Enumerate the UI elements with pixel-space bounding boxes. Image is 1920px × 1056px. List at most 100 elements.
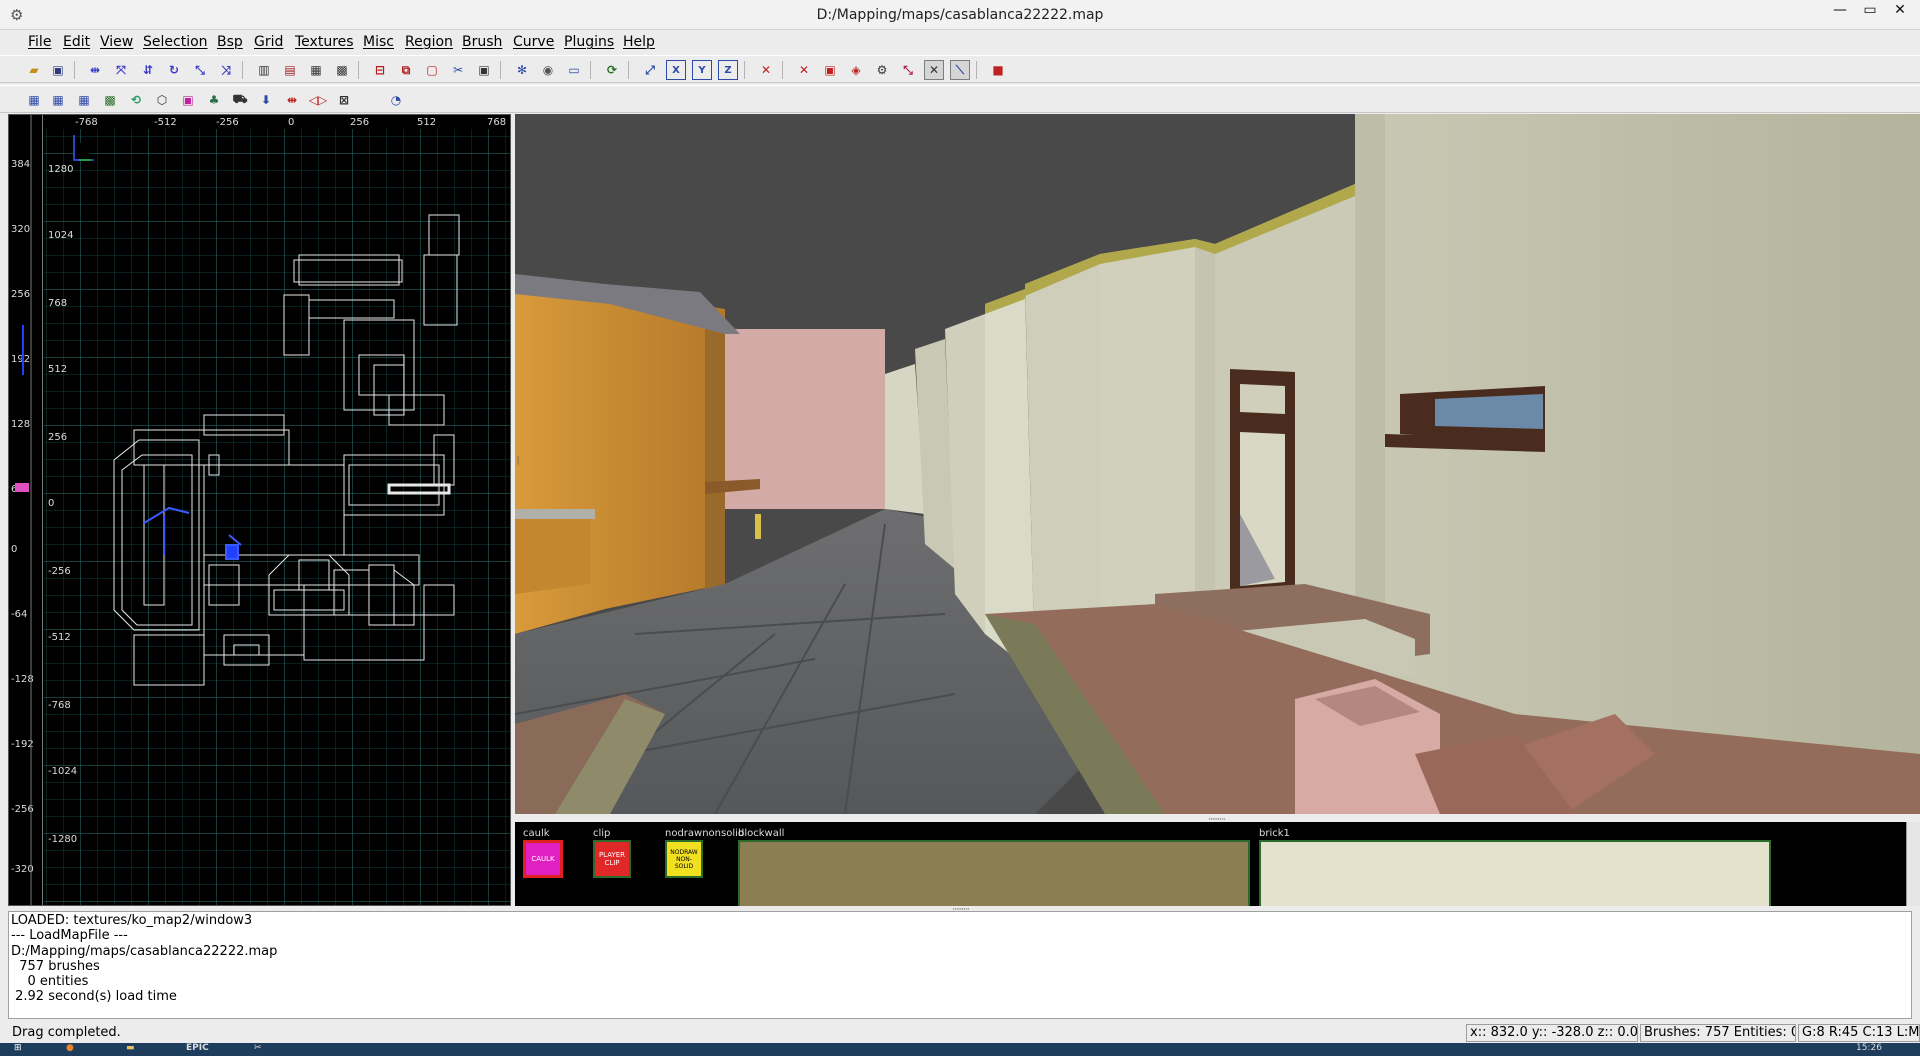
close-button[interactable]: ✕ <box>1882 2 1918 24</box>
camera-view[interactable] <box>515 114 1920 814</box>
entity-icon[interactable]: ⚙ <box>872 60 892 80</box>
menu-help[interactable]: Help <box>623 34 655 50</box>
menu-edit[interactable]: Edit <box>63 34 90 50</box>
menu-region[interactable]: Region <box>405 34 453 50</box>
csg-merge-icon[interactable]: ⧉ <box>396 60 416 80</box>
x-tick-label: -768 <box>75 117 98 128</box>
xy-view[interactable]: 384 320 256 192 128 64 0 -64 -128 -192 -… <box>8 114 511 906</box>
select-partial-tall-icon[interactable]: ▦ <box>306 60 326 80</box>
scale-icon[interactable]: ⤡ <box>898 60 918 80</box>
texture-icon[interactable]: ◈ <box>846 60 866 80</box>
toolbar-separator <box>782 61 783 79</box>
window-title: D:/Mapping/maps/casablanca22222.map <box>816 7 1104 23</box>
menu-textures[interactable]: Textures <box>295 34 354 50</box>
drag-edge-icon[interactable]: ✕ <box>924 60 944 80</box>
x-tick-label: -256 <box>216 117 239 128</box>
down-arrow-icon[interactable]: ⬇ <box>256 90 276 110</box>
select-inside-icon[interactable]: ▩ <box>332 60 352 80</box>
open-icon[interactable]: ▰ <box>24 60 44 80</box>
tool-icon[interactable]: ✂ <box>254 1043 284 1056</box>
y-tick-label: 512 <box>48 364 68 375</box>
yz-view-icon[interactable]: Y <box>692 60 712 80</box>
patch-bend-icon[interactable]: ▦ <box>24 90 44 110</box>
console-line: 2.92 second(s) load time <box>11 989 177 1005</box>
menu-curve[interactable]: Curve <box>513 34 554 50</box>
console-line: 0 entities <box>11 974 89 990</box>
clock: 15:26 <box>1856 1043 1882 1053</box>
patch-insert-icon[interactable]: ▦ <box>48 90 68 110</box>
toolbar-separator <box>590 61 591 79</box>
cubic-clip-icon[interactable]: ✕ <box>756 60 776 80</box>
save-icon[interactable]: ▣ <box>48 60 68 80</box>
menu-file[interactable]: File <box>28 34 51 50</box>
folder-icon[interactable]: ▬ <box>126 1043 160 1056</box>
patch-delete-icon[interactable]: ▦ <box>74 90 94 110</box>
select-complete-tall-icon[interactable]: ▥ <box>254 60 274 80</box>
flip-x-icon[interactable]: ⇹ <box>85 60 105 80</box>
rotate-x-icon[interactable]: ↻ <box>164 60 184 80</box>
entity-view-icon[interactable]: ◉ <box>538 60 558 80</box>
refresh-icon[interactable]: ⟳ <box>602 60 622 80</box>
texture-swatch: PLAYER CLIP <box>593 840 631 878</box>
stop-icon[interactable]: ■ <box>988 60 1008 80</box>
toolbar-separator <box>358 61 359 79</box>
x-tick-label: 256 <box>350 117 370 128</box>
texture-swatch: CAULK <box>523 840 563 878</box>
menu-view[interactable]: View <box>100 34 133 50</box>
toolbar-separator <box>976 61 977 79</box>
texture-scrollbar[interactable] <box>1906 822 1920 906</box>
texture-name: caulk <box>523 828 550 839</box>
redisperse-icon[interactable]: ⬡ <box>152 90 172 110</box>
status-grid: G:8 R:45 C:13 L:MR <box>1798 1024 1920 1042</box>
refresh-view-icon[interactable]: ◔ <box>386 90 406 110</box>
rotate-z-icon[interactable]: ⤨ <box>216 60 236 80</box>
clear-icon[interactable]: ⊠ <box>334 90 354 110</box>
xz-view-icon[interactable]: X <box>666 60 686 80</box>
main-toolbar: ▰ ▣ ⇹ ⤧ ⇵ ↻ ⤡ ⤨ ▥ ▤ ▦ ▩ ⊟ ⧉ ▢ ✂ ▣ ✻ ◉ ▭ … <box>0 55 1920 83</box>
toolbar-separator <box>500 61 501 79</box>
split-icon[interactable]: ⇹ <box>282 90 302 110</box>
clipper-icon[interactable]: ✂ <box>448 60 468 80</box>
vertical-splitter-grip[interactable]: ····· <box>512 455 522 464</box>
tree-icon[interactable]: ♣ <box>204 90 224 110</box>
menu-misc[interactable]: Misc <box>363 34 394 50</box>
y-tick-label: 768 <box>48 298 68 309</box>
x-ruler: -768 -512 -256 0 256 512 768 <box>45 115 510 129</box>
select-touching-icon[interactable]: ▤ <box>280 60 300 80</box>
camera-render[interactable] <box>515 114 1920 814</box>
texture-lock-icon[interactable]: ▣ <box>474 60 494 80</box>
mirror-icon[interactable]: ◁▷ <box>308 90 328 110</box>
make-hollow-icon[interactable]: ▢ <box>422 60 442 80</box>
train-icon[interactable]: ⛟ <box>230 90 250 110</box>
menu-grid[interactable]: Grid <box>254 34 283 50</box>
texture-browser[interactable]: caulk CAULK clip PLAYER CLIP nodrawnonso… <box>515 822 1920 906</box>
browser-icon[interactable]: ● <box>66 1043 96 1056</box>
menu-brush[interactable]: Brush <box>462 34 502 50</box>
y-tick-label: -1280 <box>48 834 78 845</box>
invert-icon[interactable]: ▣ <box>178 90 198 110</box>
cap-icon[interactable]: ▩ <box>100 90 120 110</box>
texture-name: nodrawnonsolid <box>665 828 745 839</box>
thicken-icon[interactable]: ⟲ <box>126 90 146 110</box>
menu-bsp[interactable]: Bsp <box>217 34 243 50</box>
z-view-icon[interactable]: Z <box>718 60 738 80</box>
camera-icon[interactable]: ✻ <box>512 60 532 80</box>
csg-subtract-icon[interactable]: ⊟ <box>370 60 390 80</box>
flip-z-icon[interactable]: ⇵ <box>138 60 158 80</box>
xy-grid-canvas[interactable] <box>44 115 511 906</box>
rotate-y-icon[interactable]: ⤡ <box>190 60 210 80</box>
taskbar-item[interactable]: EPIC <box>186 1043 226 1056</box>
filter-icon[interactable]: ✕ <box>794 60 814 80</box>
xy-view-icon[interactable]: ⤢ <box>640 60 660 80</box>
toolbar-separator <box>74 61 75 79</box>
start-icon[interactable]: ⊞ <box>14 1043 44 1056</box>
flip-y-icon[interactable]: ⤧ <box>111 60 131 80</box>
y-tick-label: -768 <box>48 700 71 711</box>
view-change-icon[interactable]: ▭ <box>564 60 584 80</box>
x-tick-label: 768 <box>487 117 507 128</box>
menu-selection[interactable]: Selection <box>143 34 208 50</box>
patch-icon[interactable]: ▣ <box>820 60 840 80</box>
menu-plugins[interactable]: Plugins <box>564 34 614 50</box>
vertex-icon[interactable]: ⟍ <box>950 60 970 80</box>
console-line: LOADED: textures/ko_map2/window3 <box>11 913 253 928</box>
